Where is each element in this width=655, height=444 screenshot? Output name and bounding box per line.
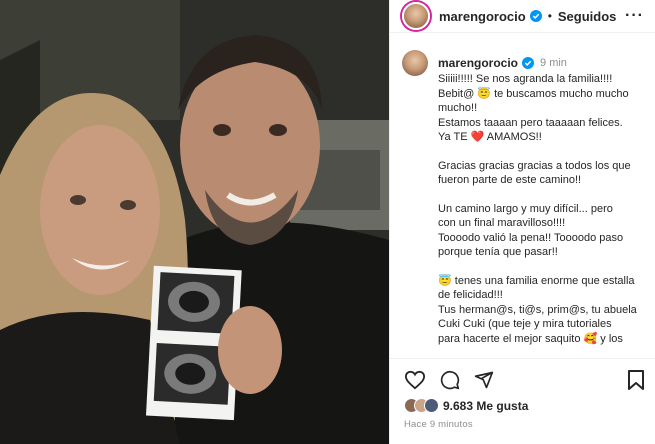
separator-dot: • [547, 9, 552, 23]
caption-line: Un camino largo y muy difícil... pero [438, 202, 613, 215]
caption-line: Toooodo valió la pena!! Toooodo paso [438, 231, 624, 244]
red-heart-emoji-icon: ❤️ [470, 131, 485, 143]
caption-line: fueron parte de este camino!! [438, 174, 582, 186]
bookmark-icon[interactable] [628, 370, 644, 390]
caption-fragment: tenes una familia enorme que estalla [454, 274, 635, 287]
heart-icon[interactable] [404, 370, 426, 390]
angel-emoji-icon: 😇 [477, 87, 492, 100]
post-timestamp: Hace 9 minutos [404, 419, 473, 430]
caption-time: 9 min [540, 57, 567, 69]
caption-fragment: AMAMOS!! [486, 131, 542, 143]
caption-line: mucho!! [438, 102, 478, 114]
caption-line: Gracias gracias gracias a todos los que [438, 159, 631, 172]
verified-badge-icon [529, 10, 542, 22]
couple-ultrasound-photo [0, 0, 389, 444]
author-avatar[interactable] [402, 2, 430, 30]
caption-line: Estamos taaaan pero taaaaan felices. [438, 116, 623, 129]
caption-line: porque tenía que pasar!! [438, 246, 558, 258]
caption-line: Siiiii!!!!! Se nos agranda la familia!!!… [438, 73, 613, 85]
save-button[interactable] [628, 370, 644, 390]
caption-line: de felicidad!!! [438, 289, 503, 301]
post-actions: 9.683 Me gusta Hace 9 minutos [390, 358, 655, 444]
caption-line: Ya TE ❤️ AMAMOS!! [438, 130, 644, 145]
post-side-panel: marengorocio • Seguidos ··· marengorocio… [389, 0, 655, 444]
caption-line: 😇 tenes una familia enorme que estalla [438, 274, 644, 289]
caption-fragment: Ya TE [438, 131, 468, 143]
caption-line: con un final maravilloso!!!! [438, 217, 566, 229]
comment-icon[interactable] [440, 370, 460, 390]
likes-count[interactable]: 9.683 Me gusta [443, 399, 528, 413]
author-username[interactable]: marengorocio [439, 9, 526, 24]
caption-fragment: para hacerte el mejor saquito [438, 332, 581, 345]
caption-avatar[interactable] [402, 50, 428, 76]
caption-area: marengorocio 9 min Siiiii!!!!! Se nos ag… [390, 36, 655, 356]
more-options-icon[interactable]: ··· [625, 7, 644, 25]
following-button[interactable]: Seguidos [558, 9, 617, 24]
caption-username[interactable]: marengorocio [438, 56, 518, 70]
verified-badge-icon [522, 57, 535, 69]
angel-emoji-icon: 😇 [438, 274, 452, 287]
caption-fragment: te buscamos mucho mucho [494, 87, 629, 100]
caption-fragment: Bebit@ [438, 87, 475, 100]
post-photo[interactable] [0, 0, 389, 444]
smiling-hearts-emoji-icon: 🥰 [583, 332, 598, 345]
caption-text: Siiiii!!!!! Se nos agranda la familia!!!… [438, 72, 644, 346]
caption-fragment: y los [600, 332, 623, 345]
liker-avatar [424, 398, 439, 413]
likes-row[interactable]: 9.683 Me gusta [404, 398, 528, 413]
action-icons [404, 370, 494, 390]
share-icon[interactable] [474, 370, 494, 390]
post-header: marengorocio • Seguidos ··· [390, 0, 655, 33]
caption-line: Bebit@ 😇 te buscamos mucho mucho [438, 87, 644, 102]
caption-line: Tus herman@s, ti@s, prim@s, tu abuela [438, 303, 637, 316]
caption-line: para hacerte el mejor saquito 🥰 y los [438, 332, 644, 347]
caption-line: Cuki Cuki (que teje y mira tutoriales [438, 318, 612, 330]
